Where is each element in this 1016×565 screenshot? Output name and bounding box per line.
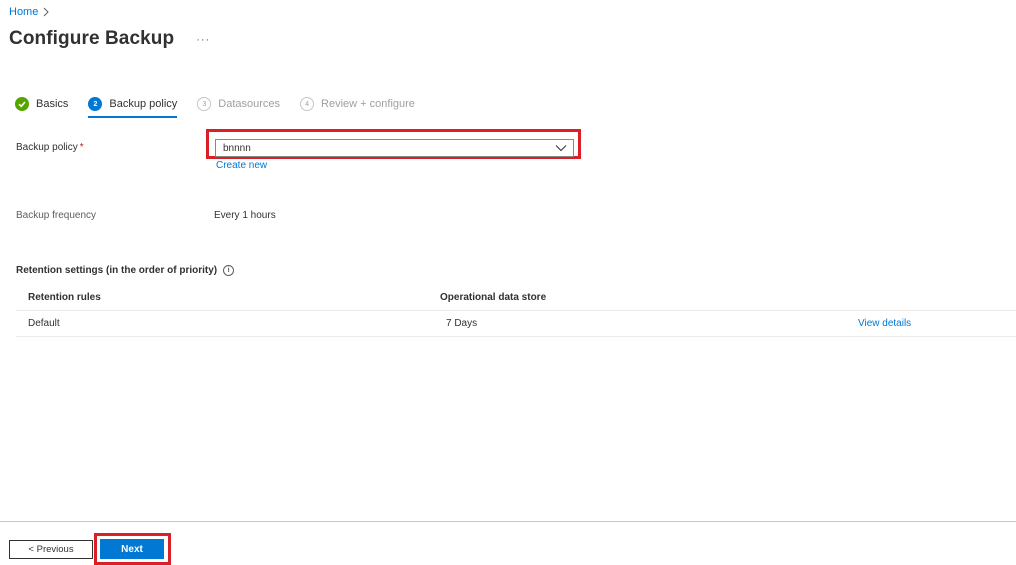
step-label: Basics [36,98,69,110]
info-icon[interactable]: i [223,265,235,276]
step-backup-policy[interactable]: 2 Backup policy [88,92,178,118]
wizard-steps: Basics 2 Backup policy 3 Datasources 4 R… [15,92,435,118]
footer-bar: < Previous Next [0,521,1016,565]
backup-frequency-label: Backup frequency [16,210,97,221]
table-row: Default 7 Days View details [16,311,1016,337]
retention-settings-title: Retention settings (in the order of prio… [16,265,235,276]
chevron-right-icon [43,7,50,17]
create-new-policy-link[interactable]: Create new [216,160,267,171]
step-datasources[interactable]: 3 Datasources [197,92,280,116]
cell-rule: Default [28,318,60,329]
chevron-down-icon [555,145,567,152]
view-details-link[interactable]: View details [858,318,911,329]
retention-settings-title-text: Retention settings (in the order of prio… [16,265,218,276]
backup-policy-label-text: Backup policy [16,142,78,153]
column-header-retention-rules: Retention rules [28,291,101,303]
step-number-badge: 3 [197,97,212,111]
backup-frequency-value: Every 1 hours [214,210,276,221]
step-review-configure[interactable]: 4 Review + configure [300,92,415,116]
step-label: Review + configure [321,98,415,110]
breadcrumb-home-link[interactable]: Home [9,6,38,18]
cell-store: 7 Days [446,318,478,329]
checkmark-icon [15,97,29,111]
step-basics[interactable]: Basics [15,92,68,116]
column-header-operational-data-store: Operational data store [440,291,547,303]
step-number-badge: 4 [300,97,315,111]
previous-button[interactable]: < Previous [9,540,93,559]
breadcrumb: Home [9,6,50,18]
step-label: Datasources [218,98,281,110]
required-mark: * [79,142,84,153]
backup-policy-dropdown[interactable]: bnnnn [215,139,574,157]
step-label: Backup policy [109,98,178,110]
step-number-badge: 2 [88,97,103,111]
retention-table: Retention rules Operational data store D… [16,284,1016,337]
title-row: Configure Backup ··· [9,28,210,50]
table-header: Retention rules Operational data store [16,284,1016,311]
more-options-icon[interactable]: ··· [196,34,210,46]
next-button[interactable]: Next [100,539,164,559]
page-title: Configure Backup [9,28,175,49]
backup-policy-label: Backup policy * [16,142,84,153]
backup-policy-selected-value: bnnnn [223,142,251,154]
